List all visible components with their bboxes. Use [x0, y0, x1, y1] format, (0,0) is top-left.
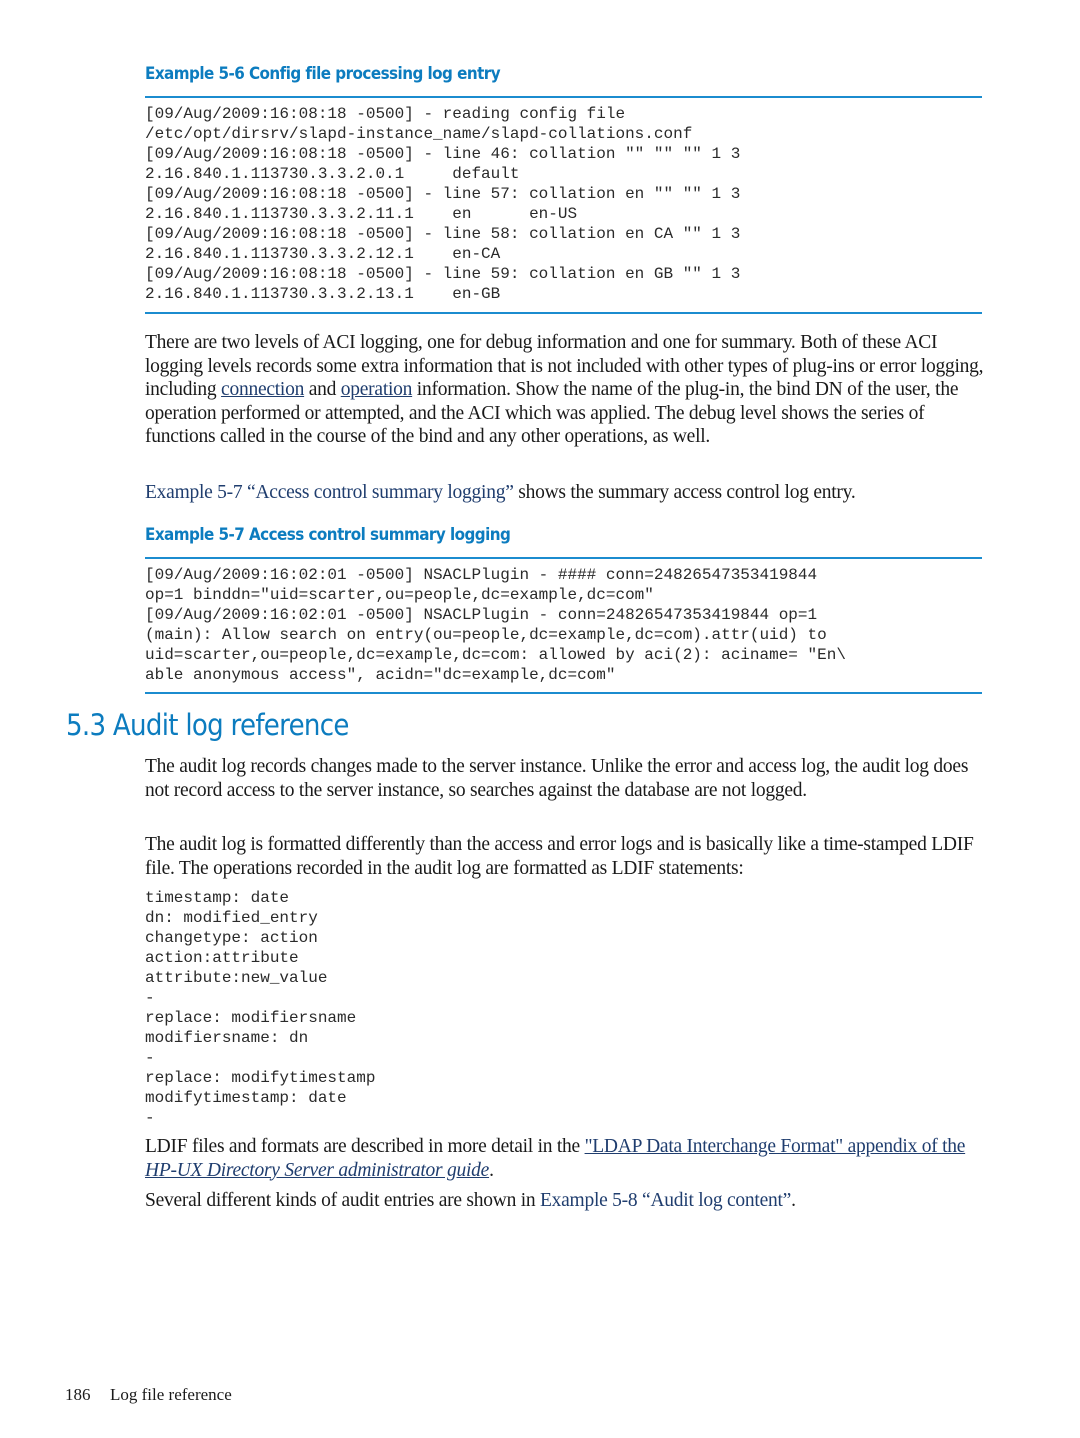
example-5-6-code: [09/Aug/2009:16:08:18 -0500] - reading c… [145, 104, 740, 304]
audit-log-intro-paragraph: The audit log records changes made to th… [145, 756, 969, 801]
example-5-7-title: Example 5-7 Access control summary loggi… [145, 525, 511, 544]
code-line: 2.16.840.1.113730.3.3.2.13.1 en-GB [145, 285, 501, 303]
example-5-6-top-rule [145, 96, 982, 98]
connection-link[interactable]: connection [221, 379, 304, 400]
code-line: replace: modifiersname [145, 1009, 357, 1027]
code-line: timestamp: date [145, 889, 290, 907]
paragraph-text: . [791, 1190, 796, 1211]
example-5-7-reference-paragraph: Example 5-7 “Access control summary logg… [145, 481, 990, 505]
paragraph-text: and [304, 379, 341, 401]
operation-link[interactable]: operation [341, 379, 413, 400]
footer-section-title: Log file reference [110, 1385, 232, 1404]
code-line: 2.16.840.1.113730.3.3.2.12.1 en-CA [145, 245, 501, 263]
example-5-7-xref-link[interactable]: Example 5-7 “Access control summary logg… [145, 482, 514, 503]
example-5-7-top-rule [145, 557, 982, 559]
code-line: [09/Aug/2009:16:02:01 -0500] NSACLPlugin… [145, 606, 818, 624]
code-line: [09/Aug/2009:16:08:18 -0500] - line 57: … [145, 185, 741, 203]
code-line: [09/Aug/2009:16:08:18 -0500] - reading c… [145, 105, 626, 123]
audit-log-format-paragraph: The audit log is formatted differently t… [145, 834, 974, 879]
code-line: replace: modifytimestamp [145, 1069, 376, 1087]
link-text: "LDAP Data Interchange Format" appendix … [584, 1136, 966, 1157]
code-line: modifiersname: dn [145, 1029, 309, 1047]
code-line: [09/Aug/2009:16:02:01 -0500] NSACLPlugin… [145, 566, 818, 584]
paragraph-text: . [489, 1159, 494, 1181]
guide-title-text: HP-UX Directory Server administrator gui… [145, 1159, 490, 1181]
audit-entries-paragraph: Several different kinds of audit entries… [145, 1189, 990, 1213]
ldif-statements-code: timestamp: date dn: modified_entry chang… [145, 888, 375, 1128]
code-line: changetype: action [145, 929, 318, 947]
code-line: - [145, 1109, 155, 1127]
code-line: able anonymous access", acidn="dc=exampl… [145, 666, 616, 684]
code-line: [09/Aug/2009:16:08:18 -0500] - line 46: … [145, 145, 741, 163]
code-line: op=1 binddn="uid=scarter,ou=people,dc=ex… [145, 586, 654, 604]
code-line: - [145, 1049, 155, 1067]
code-line: 2.16.840.1.113730.3.3.2.11.1 en en-US [145, 205, 578, 223]
code-line: (main): Allow search on entry(ou=people,… [145, 626, 827, 644]
aci-logging-paragraph: There are two levels of ACI logging, one… [145, 331, 990, 449]
code-line: attribute:new_value [145, 969, 328, 987]
code-line: dn: modified_entry [145, 909, 318, 927]
code-line: - [145, 989, 155, 1007]
paragraph-text: Several different kinds of audit entries… [145, 1190, 540, 1211]
paragraph-text: shows the summary access control log ent… [513, 482, 856, 503]
code-line: modifytimestamp: date [145, 1089, 347, 1107]
ldif-reference-paragraph: LDIF files and formats are described in … [145, 1135, 990, 1182]
example-5-7-code: [09/Aug/2009:16:02:01 -0500] NSACLPlugin… [145, 565, 846, 685]
code-line: uid=scarter,ou=people,dc=example,dc=com:… [145, 646, 846, 664]
page-number: 186 [65, 1385, 91, 1404]
example-5-6-title: Example 5-6 Config file processing log e… [145, 64, 501, 83]
paragraph-text: LDIF files and formats are described in … [145, 1136, 585, 1157]
section-5-3-heading: 5.3 Audit log reference [66, 708, 349, 742]
example-5-6-bottom-rule [145, 312, 982, 314]
example-5-8-xref-link[interactable]: Example 5-8 “Audit log content” [540, 1190, 791, 1211]
code-line: 2.16.840.1.113730.3.3.2.0.1 default [145, 165, 520, 183]
code-line: action:attribute [145, 949, 299, 967]
code-line: [09/Aug/2009:16:08:18 -0500] - line 59: … [145, 265, 741, 283]
code-line: [09/Aug/2009:16:08:18 -0500] - line 58: … [145, 225, 741, 243]
example-5-7-bottom-rule [145, 692, 982, 694]
code-line: /etc/opt/dirsrv/slapd-instance_name/slap… [145, 125, 693, 143]
